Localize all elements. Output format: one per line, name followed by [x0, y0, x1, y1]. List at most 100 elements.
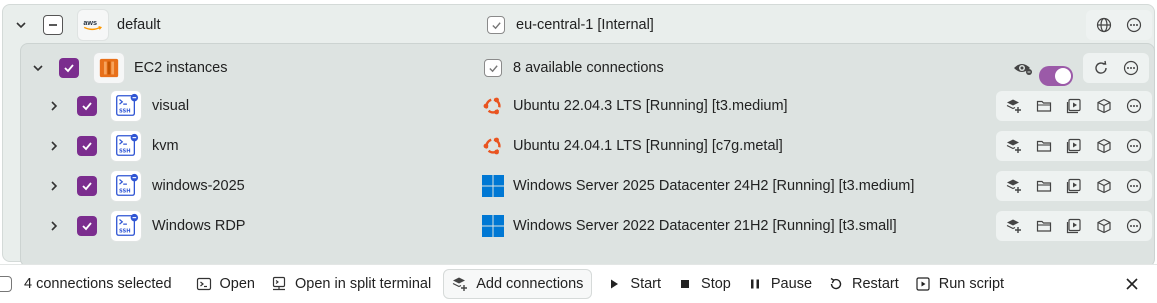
connection-actions: [996, 131, 1152, 161]
connection-name: Windows RDP: [152, 218, 246, 234]
connection-actions: [996, 91, 1152, 121]
stop-label: Stop: [701, 276, 731, 292]
aws-root-row[interactable]: aws default eu-central-1 [Internal]: [3, 7, 1154, 43]
ec2-icon: [93, 52, 125, 84]
connection-name: kvm: [152, 138, 179, 154]
connection-description: Windows Server 2022 Datacenter 21H2 [Run…: [513, 218, 897, 234]
ubuntu-icon: [481, 134, 505, 158]
select-all-checkbox[interactable]: [0, 276, 12, 292]
chevron-right-icon[interactable]: [47, 139, 61, 153]
group-status: 8 available connections: [513, 60, 664, 76]
play-window-icon[interactable]: [1059, 172, 1089, 200]
ssh-terminal-icon: SSH: [110, 210, 142, 242]
connection-checkbox[interactable]: [77, 176, 97, 196]
group-name: EC2 instances: [134, 60, 228, 76]
refresh-icon[interactable]: [1086, 54, 1116, 82]
add-connections-label: Add connections: [476, 276, 584, 292]
chevron-right-icon[interactable]: [47, 99, 61, 113]
svg-text:SSH: SSH: [119, 109, 131, 115]
run-script-label: Run script: [938, 276, 1005, 292]
more-icon[interactable]: [1119, 172, 1149, 200]
region-check-icon: [487, 16, 505, 34]
folder-icon[interactable]: [1029, 92, 1059, 120]
pause-icon: [750, 279, 759, 289]
svg-text:SSH: SSH: [119, 149, 131, 155]
restart-icon: [830, 277, 842, 290]
svg-text:SSH: SSH: [119, 189, 131, 195]
windows-icon: [481, 214, 505, 238]
open-split-button[interactable]: Open in split terminal: [263, 269, 439, 299]
split-terminal-icon: [272, 276, 286, 291]
run-script-icon: [916, 277, 930, 291]
ec2-group-row[interactable]: EC2 instances 8 available connections: [21, 50, 1154, 86]
more-icon[interactable]: [1119, 132, 1149, 160]
terminal-icon: [196, 277, 211, 291]
start-button[interactable]: Start: [598, 269, 669, 299]
root-actions: [1086, 10, 1152, 40]
add-layers-icon[interactable]: [999, 172, 1029, 200]
play-window-icon[interactable]: [1059, 212, 1089, 240]
play-window-icon[interactable]: [1059, 92, 1089, 120]
connection-checkbox[interactable]: [77, 96, 97, 116]
open-split-label: Open in split terminal: [295, 276, 432, 292]
more-icon[interactable]: [1119, 212, 1149, 240]
connection-actions: [996, 171, 1152, 201]
open-button[interactable]: Open: [188, 269, 263, 299]
group-toggle[interactable]: [1039, 66, 1073, 86]
connection-description: Ubuntu 24.04.1 LTS [Running] [c7g.metal]: [513, 138, 783, 154]
add-layers-icon[interactable]: [999, 212, 1029, 240]
globe-icon[interactable]: [1089, 11, 1119, 39]
cube-icon[interactable]: [1089, 172, 1119, 200]
folder-icon[interactable]: [1029, 212, 1059, 240]
cube-icon[interactable]: [1089, 132, 1119, 160]
connection-checkbox[interactable]: [77, 216, 97, 236]
region-label: eu-central-1 [Internal]: [516, 17, 654, 33]
run-script-button[interactable]: Run script: [907, 269, 1012, 299]
pause-label: Pause: [770, 276, 813, 292]
group-select-checkbox[interactable]: [59, 58, 79, 78]
visibility-icon[interactable]: [1013, 60, 1033, 80]
more-icon[interactable]: [1119, 11, 1149, 39]
connection-actions: [996, 211, 1152, 241]
group-actions: [1083, 53, 1149, 83]
connection-name: visual: [152, 98, 190, 114]
ec2-group-panel: EC2 instances 8 available connections SS…: [20, 43, 1155, 267]
ssh-terminal-icon: SSH: [110, 170, 142, 202]
pause-button[interactable]: Pause: [739, 269, 820, 299]
chevron-right-icon[interactable]: [47, 219, 61, 233]
chevron-right-icon[interactable]: [47, 179, 61, 193]
chevron-down-icon[interactable]: [31, 61, 45, 75]
connection-row[interactable]: SSH Windows RDP Windows Server 2022 Datace…: [21, 208, 1154, 244]
more-icon[interactable]: [1119, 92, 1149, 120]
connection-row[interactable]: SSH kvm Ubuntu 24.04.1 LTS [Running] [c7g.…: [21, 128, 1154, 164]
more-icon[interactable]: [1116, 54, 1146, 82]
connection-row[interactable]: SSH windows-2025 Windows Server 2025 Datac…: [21, 168, 1154, 204]
start-label: Start: [630, 276, 662, 292]
cube-icon[interactable]: [1089, 212, 1119, 240]
status-check-icon: [484, 59, 502, 77]
selection-count: 4 connections selected: [24, 276, 172, 292]
chevron-down-icon[interactable]: [14, 18, 28, 32]
restart-button[interactable]: Restart: [820, 269, 907, 299]
selection-toolbar: 4 connections selected Open Open in spli…: [0, 264, 1157, 303]
stop-button[interactable]: Stop: [669, 269, 739, 299]
folder-icon[interactable]: [1029, 132, 1059, 160]
play-window-icon[interactable]: [1059, 132, 1089, 160]
connection-description: Windows Server 2025 Datacenter 24H2 [Run…: [513, 178, 915, 194]
ssh-terminal-icon: SSH: [110, 90, 142, 122]
windows-icon: [481, 174, 505, 198]
play-icon: [611, 279, 619, 289]
folder-icon[interactable]: [1029, 172, 1059, 200]
connection-checkbox[interactable]: [77, 136, 97, 156]
connection-row[interactable]: SSH visual Ubuntu 22.04.3 LTS [Running] [t…: [21, 88, 1154, 124]
cube-icon[interactable]: [1089, 92, 1119, 120]
add-layers-icon[interactable]: [999, 92, 1029, 120]
close-icon[interactable]: [1124, 276, 1140, 292]
restart-label: Restart: [852, 276, 899, 292]
svg-text:aws: aws: [83, 18, 97, 27]
add-connections-button[interactable]: Add connections: [443, 269, 593, 299]
connection-description: Ubuntu 22.04.3 LTS [Running] [t3.medium]: [513, 98, 788, 114]
add-layers-icon: [452, 277, 468, 291]
add-layers-icon[interactable]: [999, 132, 1029, 160]
partial-select-checkbox[interactable]: [43, 15, 63, 35]
